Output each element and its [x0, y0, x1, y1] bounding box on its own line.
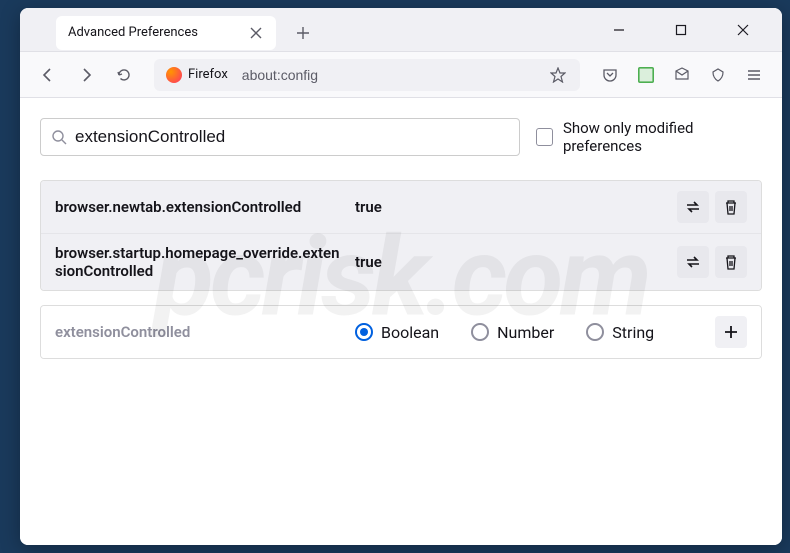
radio-label: Number: [497, 323, 554, 342]
browser-window: Advanced Preferences: [20, 8, 782, 545]
menu-icon[interactable]: [738, 59, 770, 91]
filter-label: Show only modified preferences: [563, 119, 762, 155]
pref-row: browser.startup.homepage_override.extens…: [41, 234, 761, 290]
pref-name: browser.startup.homepage_override.extens…: [55, 244, 355, 280]
identity-box[interactable]: Firefox: [162, 63, 236, 87]
new-preference-row-container: extensionControlled Boolean Number Strin…: [40, 305, 762, 359]
delete-button[interactable]: [715, 246, 747, 278]
forward-button[interactable]: [70, 59, 102, 91]
toolbar-right-icons: [594, 59, 770, 91]
toggle-button[interactable]: [677, 246, 709, 278]
identity-label: Firefox: [188, 67, 228, 82]
radio-input-boolean[interactable]: [355, 323, 373, 341]
radio-number[interactable]: Number: [471, 323, 554, 342]
close-tab-icon[interactable]: [248, 25, 264, 41]
pref-actions: [677, 246, 747, 278]
search-box[interactable]: [40, 118, 520, 156]
maximize-button[interactable]: [662, 15, 700, 45]
tab-advanced-preferences[interactable]: Advanced Preferences: [56, 16, 276, 50]
firefox-logo-icon: [166, 67, 182, 83]
tab-title: Advanced Preferences: [68, 25, 198, 40]
pref-value: true: [355, 198, 677, 216]
type-radio-group: Boolean Number String: [355, 323, 715, 342]
radio-input-number[interactable]: [471, 323, 489, 341]
window-close-button[interactable]: [724, 15, 762, 45]
search-row: Show only modified preferences: [40, 118, 762, 156]
radio-input-string[interactable]: [586, 323, 604, 341]
navigation-toolbar: Firefox: [20, 52, 782, 98]
window-controls: [600, 15, 774, 45]
filter-checkbox[interactable]: [536, 128, 553, 146]
radio-string[interactable]: String: [586, 323, 654, 342]
minimize-button[interactable]: [600, 15, 638, 45]
search-icon: [51, 129, 67, 145]
titlebar: Advanced Preferences: [20, 8, 782, 52]
url-bar[interactable]: Firefox: [154, 59, 580, 91]
search-input[interactable]: [75, 127, 509, 147]
reload-button[interactable]: [108, 59, 140, 91]
pocket-icon[interactable]: [594, 59, 626, 91]
delete-button[interactable]: [715, 191, 747, 223]
toggle-button[interactable]: [677, 191, 709, 223]
url-input[interactable]: [236, 67, 544, 83]
bookmark-star-icon[interactable]: [544, 61, 572, 89]
pref-row: browser.newtab.extensionControlled true: [41, 181, 761, 234]
add-pref-button[interactable]: [715, 316, 747, 348]
pref-name: browser.newtab.extensionControlled: [55, 198, 355, 216]
preferences-list: browser.newtab.extensionControlled true …: [40, 180, 762, 291]
radio-label: Boolean: [381, 323, 439, 342]
back-button[interactable]: [32, 59, 64, 91]
show-modified-filter[interactable]: Show only modified preferences: [536, 119, 762, 155]
radio-label: String: [612, 323, 654, 342]
extension-icon[interactable]: [630, 59, 662, 91]
about-config-content: Show only modified preferences browser.n…: [20, 98, 782, 545]
new-pref-row: extensionControlled Boolean Number Strin…: [41, 306, 761, 358]
shield-icon[interactable]: [702, 59, 734, 91]
radio-boolean[interactable]: Boolean: [355, 323, 439, 342]
pref-value: true: [355, 253, 677, 271]
inbox-icon[interactable]: [666, 59, 698, 91]
new-pref-name: extensionControlled: [55, 323, 355, 341]
new-tab-button[interactable]: [288, 18, 318, 48]
new-pref-actions: [715, 316, 747, 348]
pref-actions: [677, 191, 747, 223]
